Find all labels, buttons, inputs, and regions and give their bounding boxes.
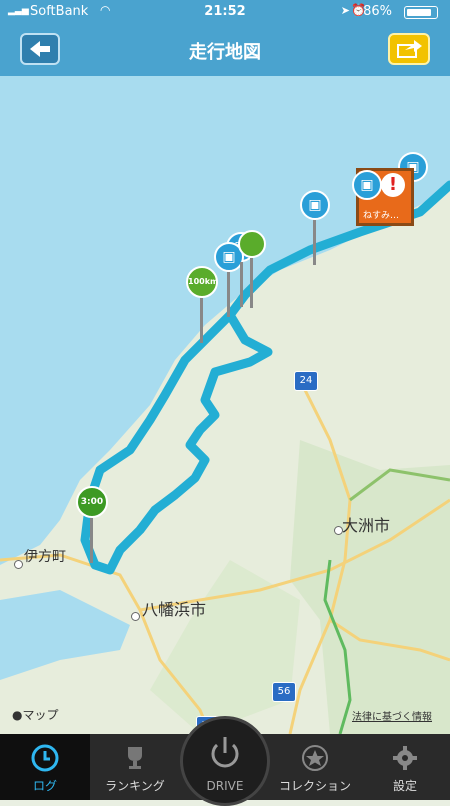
page-title: 走行地図 [189,42,261,63]
city-dot-ozu [334,526,343,535]
train-icon: ▣ [308,197,322,213]
pin-pole [227,272,230,317]
apple-logo-icon: ● [12,708,23,722]
tab-log[interactable]: ログ [0,734,90,800]
tab-settings[interactable]: 設定 [360,734,450,800]
battery-percent: 86% [363,4,392,19]
share-icon [397,40,422,58]
place-label-iyo: 伊方町 [24,549,66,565]
drive-button[interactable]: DRIVE [180,716,270,806]
legal-link[interactable]: 法律に基づく情報 [352,708,432,723]
tab-collection[interactable]: コレクション [270,734,360,800]
maps-brand: ●マップ [12,708,59,722]
route-24-shield: 24 [294,371,318,391]
pin-pole [250,258,253,308]
trophy-icon [128,747,142,769]
station-pin[interactable]: ▣ [300,190,330,220]
share-button[interactable] [388,33,430,65]
clock-icon [31,744,59,772]
status-bar: ▂▃▅ SoftBank ◠ 21:52 ➤ ⏰ 86% [0,0,450,24]
location-icon: ➤ [340,4,350,17]
place-label-ozu: 大洲市 [342,516,391,535]
gear-icon [393,746,417,770]
battery-icon [404,6,438,19]
tab-ranking[interactable]: ランキング [90,734,180,800]
navigation-bar: 走行地図 [0,24,450,76]
achievement-pin[interactable] [238,230,266,258]
pin-pole [240,262,243,307]
distance-100km-pin[interactable]: 100km [186,266,218,298]
city-dot-iyo [14,560,23,569]
exclamation-icon: ! [381,173,405,197]
route-map[interactable]: 24 56 26 伊方町 八幡浜市 大洲市 ●マップ 法律に基づく情報 ▣ ▣ … [0,76,450,734]
train-icon: ▣ [360,177,374,193]
station-pin[interactable]: ▣ [352,170,382,200]
power-icon [211,737,239,768]
pin-pole [90,518,93,563]
star-icon [302,745,328,771]
route-56-shield: 56 [272,682,296,702]
city-dot-yawatahama [131,612,140,621]
pin-pole [200,298,203,343]
pin-pole [313,220,316,265]
time-300-pin[interactable]: 3:00 [76,486,108,518]
place-label-yawatahama: 八幡浜市 [142,600,207,619]
